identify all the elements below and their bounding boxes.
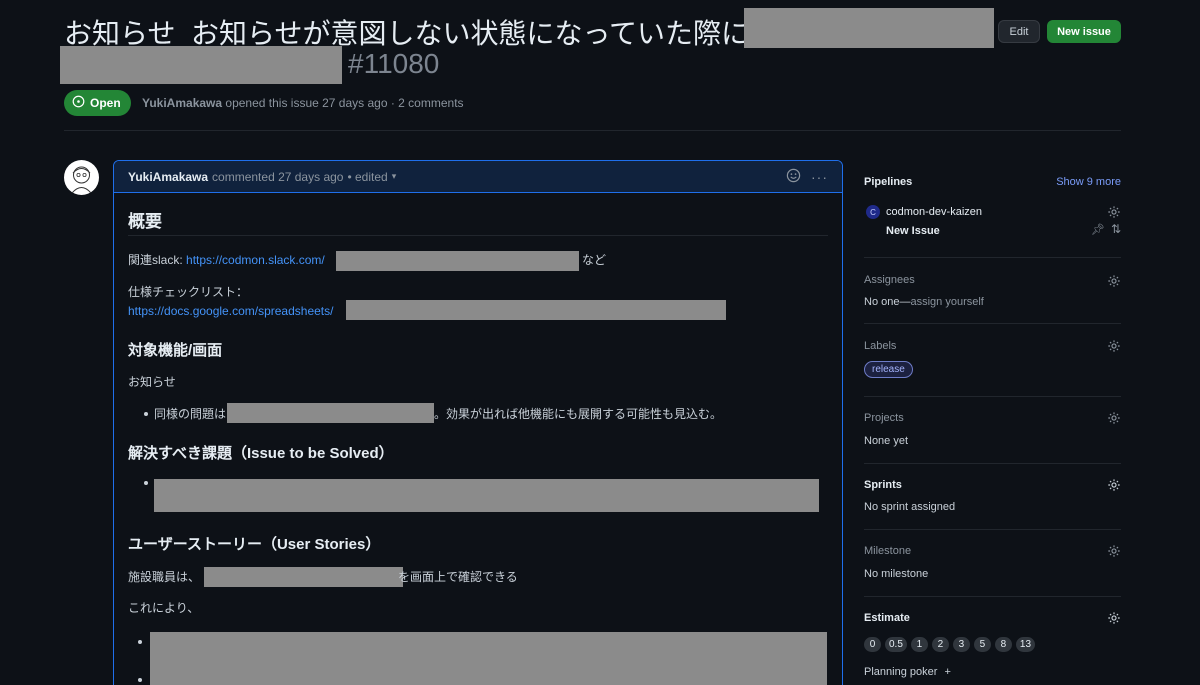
repo-avatar: C	[866, 205, 880, 219]
related-slack-link[interactable]: https://codmon.slack.com/	[186, 253, 325, 267]
kebab-menu-icon[interactable]: ···	[811, 169, 828, 185]
redacted-text	[150, 632, 827, 676]
issue-open-icon	[72, 95, 85, 111]
comment-body: 概要 関連slack: https://codmon.slack.com/ など…	[114, 193, 842, 685]
redacted-text	[150, 676, 827, 685]
heading-target: 対象機能/画面	[128, 342, 223, 359]
gear-icon[interactable]	[1107, 611, 1121, 625]
heading-overview: 概要	[128, 212, 162, 231]
comment-box: YukiAmakawa commented 27 days ago • edit…	[113, 160, 843, 685]
milestone-value: No milestone	[864, 568, 929, 580]
redacted-title-part	[60, 46, 342, 84]
estimate-option[interactable]: 13	[1015, 637, 1036, 652]
target-bullet-prefix: 同様の問題は	[154, 407, 227, 421]
sidebar-divider	[864, 529, 1121, 530]
comment-author-link[interactable]: YukiAmakawa	[128, 170, 208, 184]
move-arrows-icon[interactable]: ⇅	[1111, 222, 1121, 236]
estimate-option[interactable]: 5	[973, 637, 991, 652]
gear-icon[interactable]	[1107, 544, 1121, 558]
smiley-icon[interactable]	[786, 168, 801, 186]
gear-icon[interactable]	[1107, 205, 1121, 219]
chevron-down-icon[interactable]: ▾	[392, 171, 397, 182]
estimate-option[interactable]: 1	[910, 637, 928, 652]
assignees-empty: No one—	[864, 296, 911, 308]
pipeline-select[interactable]: New Issue	[886, 225, 940, 237]
header-divider	[64, 130, 1121, 131]
projects-title: Projects	[864, 412, 904, 424]
estimate-option[interactable]: 8	[994, 637, 1012, 652]
add-icon[interactable]: +	[944, 666, 950, 678]
thereby-text: これにより、	[128, 601, 200, 615]
assignees-title: Assignees	[864, 274, 915, 286]
related-slack-suffix: など	[582, 253, 607, 267]
redacted-text	[154, 479, 819, 512]
assign-yourself-link[interactable]: assign yourself	[910, 296, 983, 308]
estimate-option[interactable]: 0.5	[885, 637, 907, 652]
comment-edited-menu[interactable]: • edited	[347, 170, 387, 184]
redacted-text	[204, 567, 403, 587]
pin-icon[interactable]: 📌︎	[1091, 223, 1105, 236]
estimate-option[interactable]: 2	[931, 637, 949, 652]
estimate-option[interactable]: 3	[952, 637, 970, 652]
estimate-title: Estimate	[864, 612, 910, 624]
list-bullet	[144, 481, 148, 485]
planning-poker-label: Planning poker	[864, 666, 938, 678]
projects-value: None yet	[864, 435, 909, 447]
pipelines-title: Pipelines	[864, 176, 913, 188]
label-release[interactable]: release	[864, 361, 913, 378]
sprints-value: No sprint assigned	[864, 501, 956, 513]
target-bullet-suffix: 。効果が出れば他機能にも展開する可能性も見込む。	[434, 407, 723, 421]
heading-divider	[128, 235, 828, 236]
issue-meta-text: opened this issue 27 days ago · 2 commen…	[225, 96, 464, 110]
sidebar-divider	[864, 463, 1121, 464]
sprints-title: Sprints	[864, 479, 902, 491]
gear-icon[interactable]	[1107, 411, 1121, 425]
planning-poker[interactable]: Planning poker +	[864, 666, 951, 678]
redacted-text	[227, 403, 434, 423]
gear-icon[interactable]	[1107, 339, 1121, 353]
redacted-link-part	[346, 300, 726, 320]
new-issue-button[interactable]: New issue	[1047, 20, 1121, 43]
redacted-title-part	[744, 8, 994, 48]
sidebar-divider	[864, 596, 1121, 597]
labels-title: Labels	[864, 340, 897, 352]
sidebar-divider	[864, 257, 1121, 258]
list-bullet	[144, 412, 148, 416]
spec-checklist-link[interactable]: https://docs.google.com/spreadsheets/	[128, 302, 333, 320]
issue-number: #11080	[348, 48, 440, 79]
redacted-link-part	[336, 251, 579, 271]
related-slack-label: 関連slack:	[128, 253, 183, 267]
edit-button[interactable]: Edit	[998, 20, 1040, 43]
sidebar-divider	[864, 323, 1121, 324]
gear-icon[interactable]	[1107, 478, 1121, 492]
story-suffix: を画面上で確認できる	[398, 570, 518, 584]
sidebar-divider	[864, 396, 1121, 397]
story-prefix: 施設職員は、	[128, 570, 201, 584]
gear-icon[interactable]	[1107, 274, 1121, 288]
heading-stories: ユーザーストーリー（User Stories）	[128, 536, 381, 553]
estimate-options: 0 0.5 1 2 3 5 8 13	[864, 636, 1039, 652]
target-text: お知らせ	[128, 375, 176, 389]
repo-name: codmon-dev-kaizen	[886, 206, 982, 218]
issue-author-link[interactable]: YukiAmakawa	[142, 96, 222, 110]
heading-problem: 解決すべき課題（Issue to be Solved）	[128, 445, 394, 462]
milestone-title: Milestone	[864, 545, 912, 557]
issue-state-badge: Open	[64, 90, 131, 116]
comment-meta[interactable]: commented 27 days ago	[212, 170, 343, 184]
issue-meta: YukiAmakawa opened this issue 27 days ag…	[142, 96, 464, 110]
assignees-value: No one—assign yourself	[864, 296, 984, 308]
issue-state-label: Open	[90, 96, 121, 110]
avatar[interactable]	[64, 160, 99, 195]
list-bullet	[138, 640, 142, 644]
spec-checklist-label: 仕様チェックリスト：	[128, 285, 249, 299]
list-bullet	[138, 678, 142, 682]
show-more-pipelines-link[interactable]: Show 9 more	[1056, 176, 1121, 188]
comment-actions: ···	[786, 168, 828, 186]
comment-header: YukiAmakawa commented 27 days ago • edit…	[114, 161, 842, 193]
related-slack-line: 関連slack: https://codmon.slack.com/	[128, 251, 325, 269]
estimate-option[interactable]: 0	[864, 637, 881, 652]
